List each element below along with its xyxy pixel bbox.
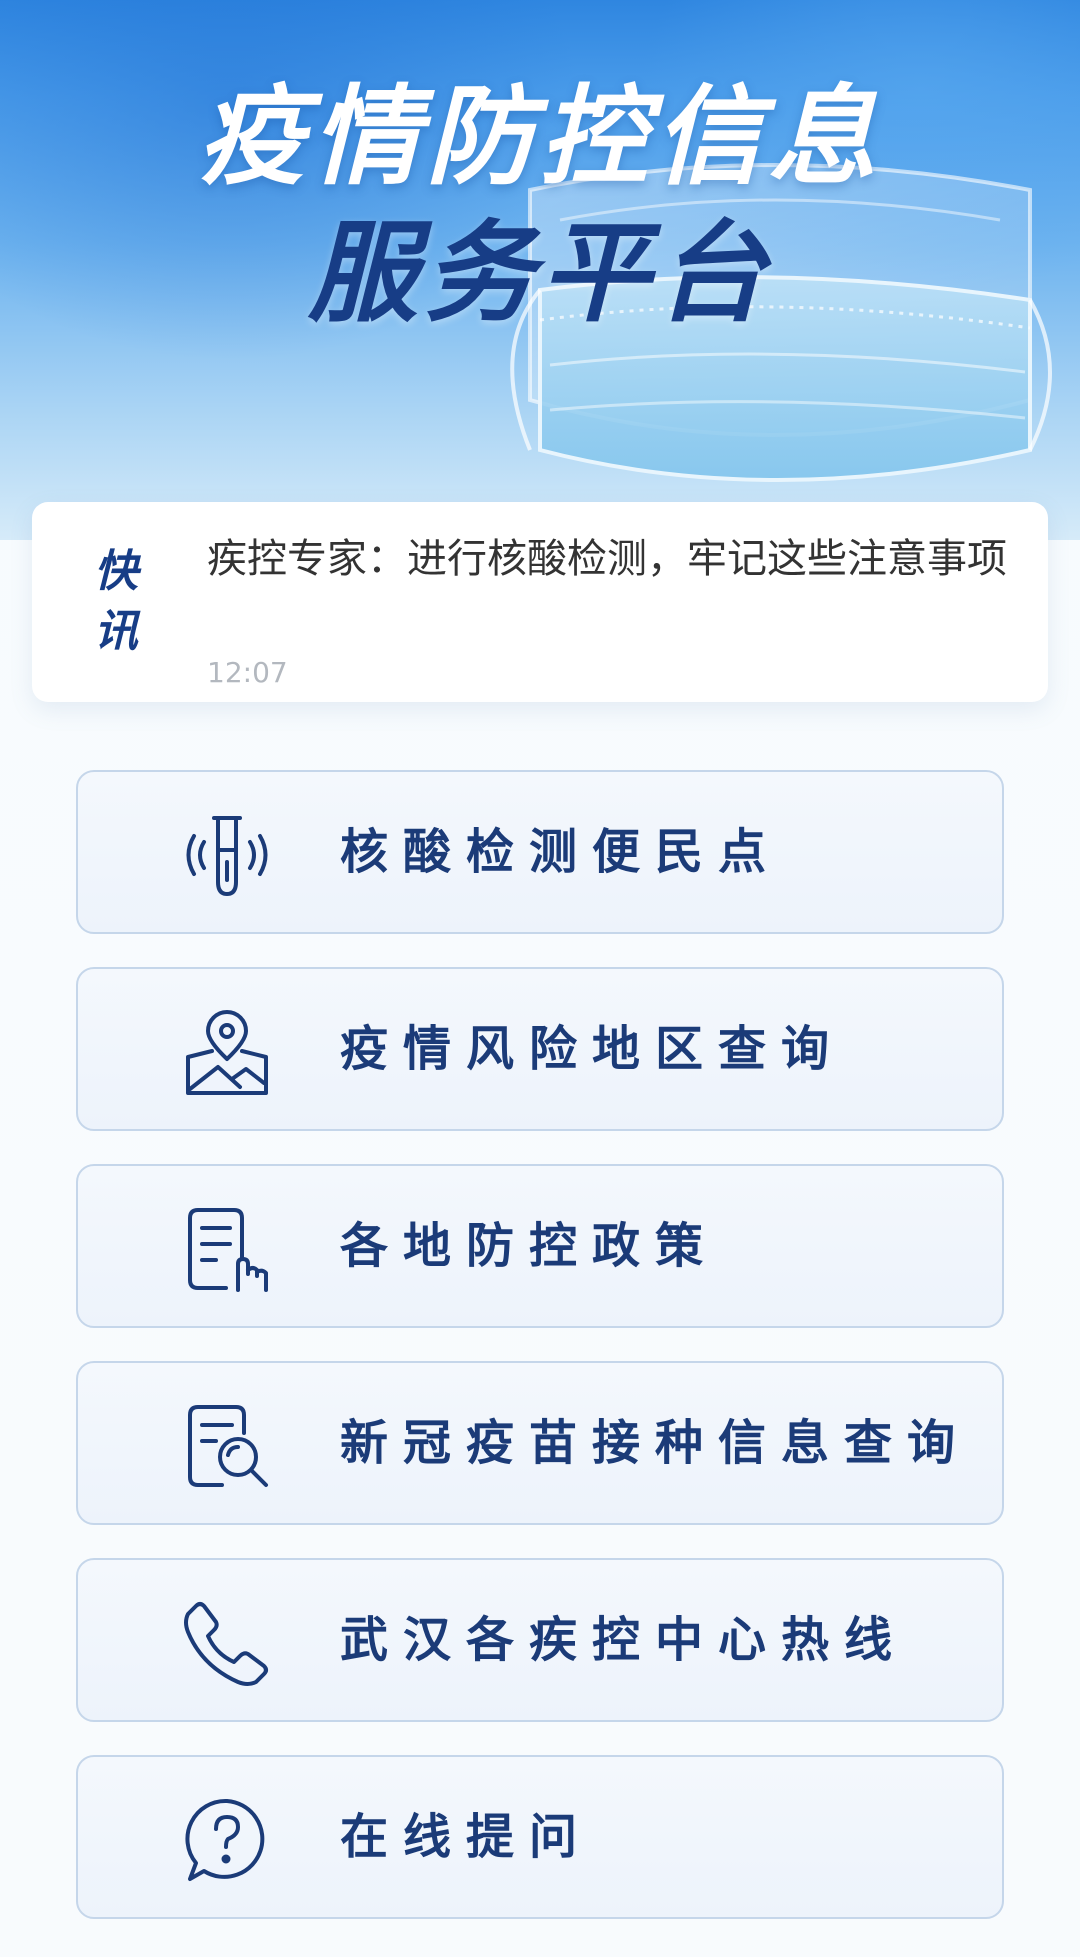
news-badge-line1: 快	[94, 546, 138, 597]
document-hand-icon	[182, 1204, 272, 1294]
map-pin-icon	[182, 1007, 272, 1097]
menu-item-online-question[interactable]: 在线提问	[76, 1755, 1004, 1919]
phone-icon	[182, 1598, 272, 1688]
banner-title: 疫情防控信息	[197, 75, 882, 200]
menu-item-policies[interactable]: 各地防控政策	[76, 1164, 1004, 1328]
menu-item-cdc-hotline[interactable]: 武汉各疾控中心热线	[76, 1558, 1004, 1722]
test-tube-icon	[182, 810, 272, 900]
news-badge: 快 讯	[76, 542, 156, 662]
question-bubble-icon	[182, 1795, 272, 1885]
menu-label: 各地防控政策	[340, 1218, 719, 1274]
menu-item-risk-areas[interactable]: 疫情风险地区查询	[76, 967, 1004, 1131]
banner-subtitle: 服务平台	[308, 209, 772, 337]
menu-label: 核酸检测便民点	[340, 824, 782, 880]
menu-item-testing-sites[interactable]: 核酸检测便民点	[76, 770, 1004, 934]
menu-label: 武汉各疾控中心热线	[340, 1612, 908, 1668]
news-headline[interactable]: 疾控专家：进行核酸检测，牢记这些注意事项	[207, 528, 1027, 590]
document-search-icon	[182, 1401, 272, 1491]
news-timestamp: 12:07	[207, 656, 288, 689]
menu-label: 在线提问	[340, 1809, 593, 1865]
hero-banner: 疫情防控信息 服务平台	[0, 0, 1080, 540]
service-menu: 核酸检测便民点 疫情风险地区查询 各地防控政策 新冠疫苗接种信息查询 武汉各疾控…	[76, 770, 1004, 1952]
menu-label: 疫情风险地区查询	[340, 1021, 845, 1077]
menu-label: 新冠疫苗接种信息查询	[340, 1415, 971, 1471]
page: 疫情防控信息 服务平台 快 讯 疾控专家：进行核酸检测，牢记这些注意事项 12:…	[0, 0, 1080, 1957]
news-badge-line2: 讯	[94, 606, 138, 657]
menu-item-vaccine-info[interactable]: 新冠疫苗接种信息查询	[76, 1361, 1004, 1525]
news-card[interactable]: 快 讯 疾控专家：进行核酸检测，牢记这些注意事项 12:07	[32, 502, 1048, 702]
